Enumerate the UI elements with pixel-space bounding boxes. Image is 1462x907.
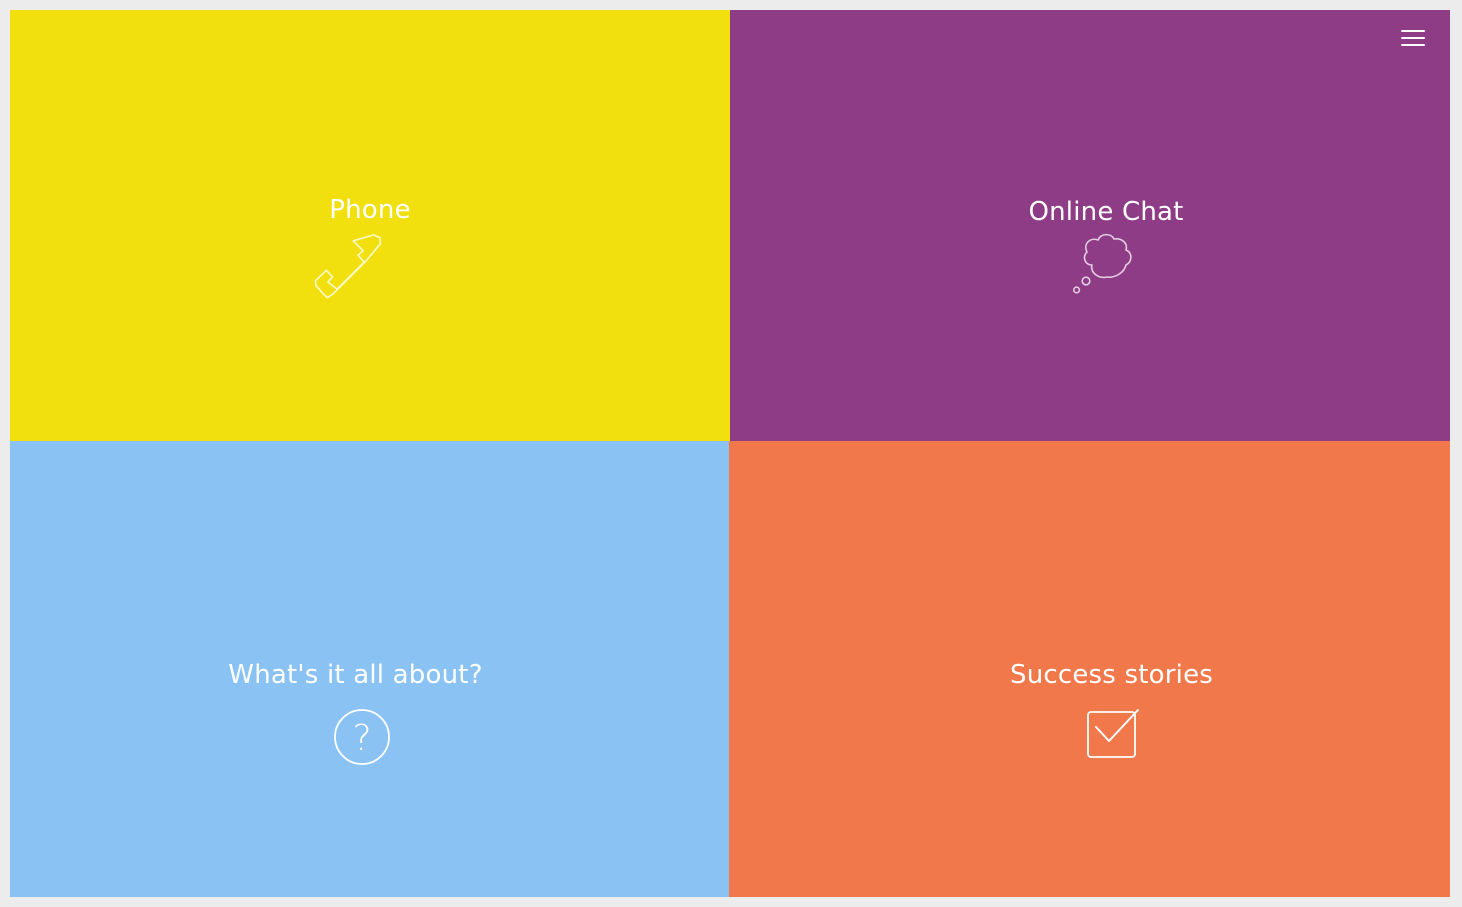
about-tile-label: What's it all about? [228,660,483,690]
phone-handset-icon [313,234,383,300]
hamburger-menu-icon[interactable] [1399,27,1429,51]
phone-tile-label: Phone [329,195,411,225]
svg-text:?: ? [352,718,371,759]
menu-bar [1401,30,1425,32]
phone-tile[interactable]: Phone [10,10,730,441]
success-stories-tile[interactable]: Success stories [729,441,1450,897]
checkbox-icon [1087,708,1139,760]
success-stories-tile-label: Success stories [1009,660,1214,690]
online-chat-tile[interactable]: Online Chat [730,10,1450,441]
online-chat-tile-label: Online Chat [1028,197,1184,227]
thought-bubble-icon [1072,232,1135,296]
menu-bar [1401,37,1425,39]
question-circle-icon: ? [333,708,391,766]
tile-grid: Phone Online Chat What's it all about? ?… [10,10,1450,897]
menu-bar [1401,44,1425,46]
about-tile[interactable]: What's it all about? ? [10,441,729,897]
